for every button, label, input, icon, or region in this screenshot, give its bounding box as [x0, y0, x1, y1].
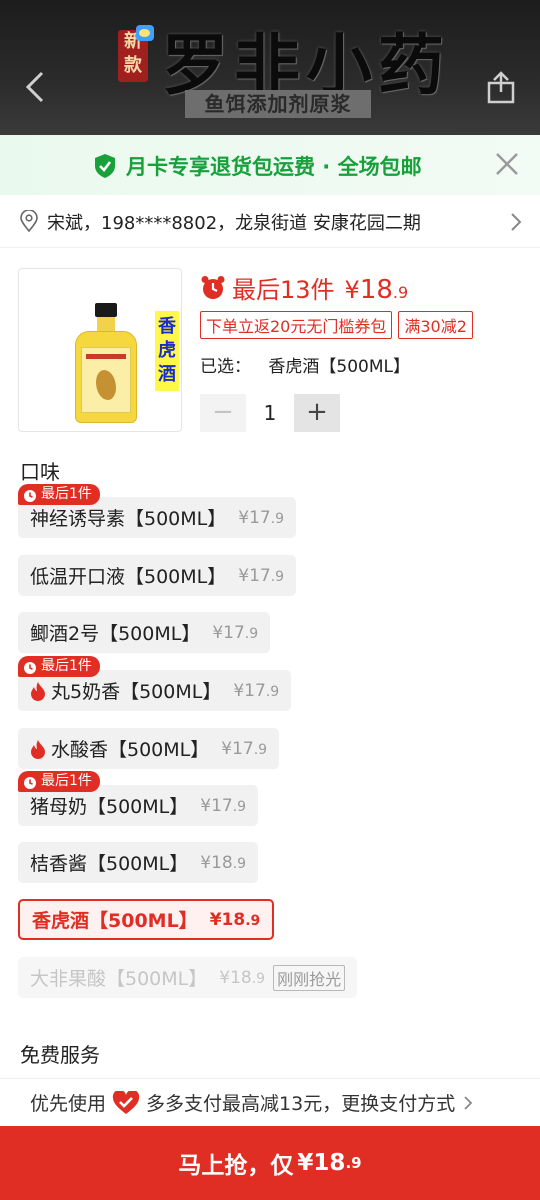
coupon-tag: 下单立返20元无门槛券包: [200, 311, 393, 339]
option-chip[interactable]: 桔香酱【500ML】 ¥18.9: [18, 842, 259, 883]
product-image[interactable]: 香虎酒: [18, 268, 182, 432]
option-price: ¥18.9: [209, 909, 261, 930]
pay-lead-text: 优先使用: [30, 1093, 107, 1115]
address-row[interactable]: 宋斌，198****8802，龙泉街道 安康花园二期: [0, 196, 540, 248]
fire-icon: [31, 681, 45, 701]
selected-value: 香虎酒【500ML】: [268, 357, 410, 377]
bottle-illustration: [75, 303, 137, 423]
shield-check-icon: [95, 154, 115, 178]
option-price: ¥17.9: [233, 680, 280, 701]
pay-text: 多多支付最高减13元，更换支付方式: [146, 1093, 456, 1115]
alarm-clock-icon: [24, 661, 36, 674]
store-banner: 新款 罗非小药 鱼饵添加剂原浆: [0, 0, 540, 135]
buy-price-decimal: .9: [345, 1154, 362, 1172]
option-name: 丸5奶香【500ML】: [51, 681, 222, 703]
option-price: ¥18.9: [219, 967, 266, 988]
back-arrow-icon[interactable]: [24, 70, 46, 104]
share-icon[interactable]: [486, 70, 516, 104]
option-chip-disabled: 大非果酸【500ML】 ¥18.9 刚刚抢光: [18, 957, 358, 998]
increment-button[interactable]: +: [294, 394, 340, 432]
alarm-clock-icon: [24, 489, 36, 502]
quantity-value[interactable]: 1: [246, 401, 294, 425]
option-price: ¥17.9: [238, 507, 285, 528]
option-price: ¥17.9: [212, 622, 259, 643]
last-stock-badge: 最后1件: [18, 656, 100, 677]
price-decimal: .9: [392, 283, 409, 302]
price-currency: ¥: [344, 276, 360, 304]
option-name: 猪母奶【500ML】: [30, 796, 189, 818]
option-name: 鲫酒2号【500ML】: [30, 623, 201, 645]
option-name: 桔香酱【500ML】: [30, 853, 189, 875]
stock-left-text: 最后13件: [232, 276, 335, 304]
buy-now-button[interactable]: 马上抢，仅 ¥18 .9: [0, 1126, 540, 1200]
option-chip[interactable]: 水酸香【500ML】 ¥17.9: [18, 728, 280, 769]
close-icon[interactable]: [494, 151, 520, 177]
location-pin-icon: [20, 210, 38, 232]
chevron-right-icon: [464, 1095, 473, 1110]
option-price: ¥17.9: [200, 795, 247, 816]
option-price: ¥17.9: [238, 565, 285, 586]
service-section-title: 免费服务: [20, 1043, 100, 1067]
option-name: 大非果酸【500ML】: [30, 968, 208, 990]
decrement-button[interactable]: −: [200, 394, 246, 432]
alarm-clock-icon: [201, 275, 225, 299]
coupon-tag: 满30减2: [398, 311, 473, 339]
option-chip[interactable]: 低温开口液【500ML】 ¥17.9: [18, 555, 297, 596]
sold-out-tag: 刚刚抢光: [273, 964, 346, 991]
duoduo-pay-icon: [112, 1090, 140, 1114]
coupon-row: 下单立返20元无门槛券包 满30减2: [200, 311, 473, 339]
payment-method-row[interactable]: 优先使用 多多支付最高减13元，更换支付方式: [0, 1078, 540, 1126]
price-integer: 18: [359, 275, 393, 305]
chevron-right-icon: [511, 213, 522, 231]
address-text: 宋斌，198****8802，龙泉街道 安康花园二期: [47, 213, 421, 234]
option-chip-selected[interactable]: 香虎酒【500ML】 ¥18.9: [18, 899, 275, 940]
store-subtitle: 鱼饵添加剂原浆: [185, 90, 371, 118]
last-stock-badge: 最后1件: [18, 771, 100, 792]
option-name: 低温开口液【500ML】: [30, 566, 227, 588]
promo-text: 月卡专享退货包运费 · 全场包邮: [126, 155, 422, 179]
option-name: 神经诱导素【500ML】: [30, 508, 227, 530]
option-chip[interactable]: 鲫酒2号【500ML】 ¥17.9: [18, 612, 271, 653]
selected-spec: 已选： 香虎酒【500ML】: [200, 352, 410, 377]
product-image-tag: 香虎酒: [155, 311, 179, 391]
option-price: ¥18.9: [200, 852, 247, 873]
flavor-section-title: 口味: [20, 460, 60, 484]
buy-price: ¥18: [297, 1150, 346, 1176]
price-row: 最后13件 ¥ 18 .9: [200, 270, 408, 305]
weather-badge-icon: [136, 25, 154, 41]
quantity-stepper: − 1 +: [200, 394, 340, 432]
alarm-clock-icon: [24, 776, 36, 789]
option-price: ¥17.9: [221, 738, 268, 759]
option-name: 水酸香【500ML】: [51, 739, 210, 761]
fire-icon: [31, 739, 45, 759]
selected-label: 已选：: [200, 357, 251, 377]
promo-bar: 月卡专享退货包运费 · 全场包邮: [0, 135, 540, 195]
buy-label: 马上抢，仅: [178, 1153, 294, 1179]
option-name: 香虎酒【500ML】: [32, 910, 198, 932]
last-stock-badge: 最后1件: [18, 484, 100, 505]
